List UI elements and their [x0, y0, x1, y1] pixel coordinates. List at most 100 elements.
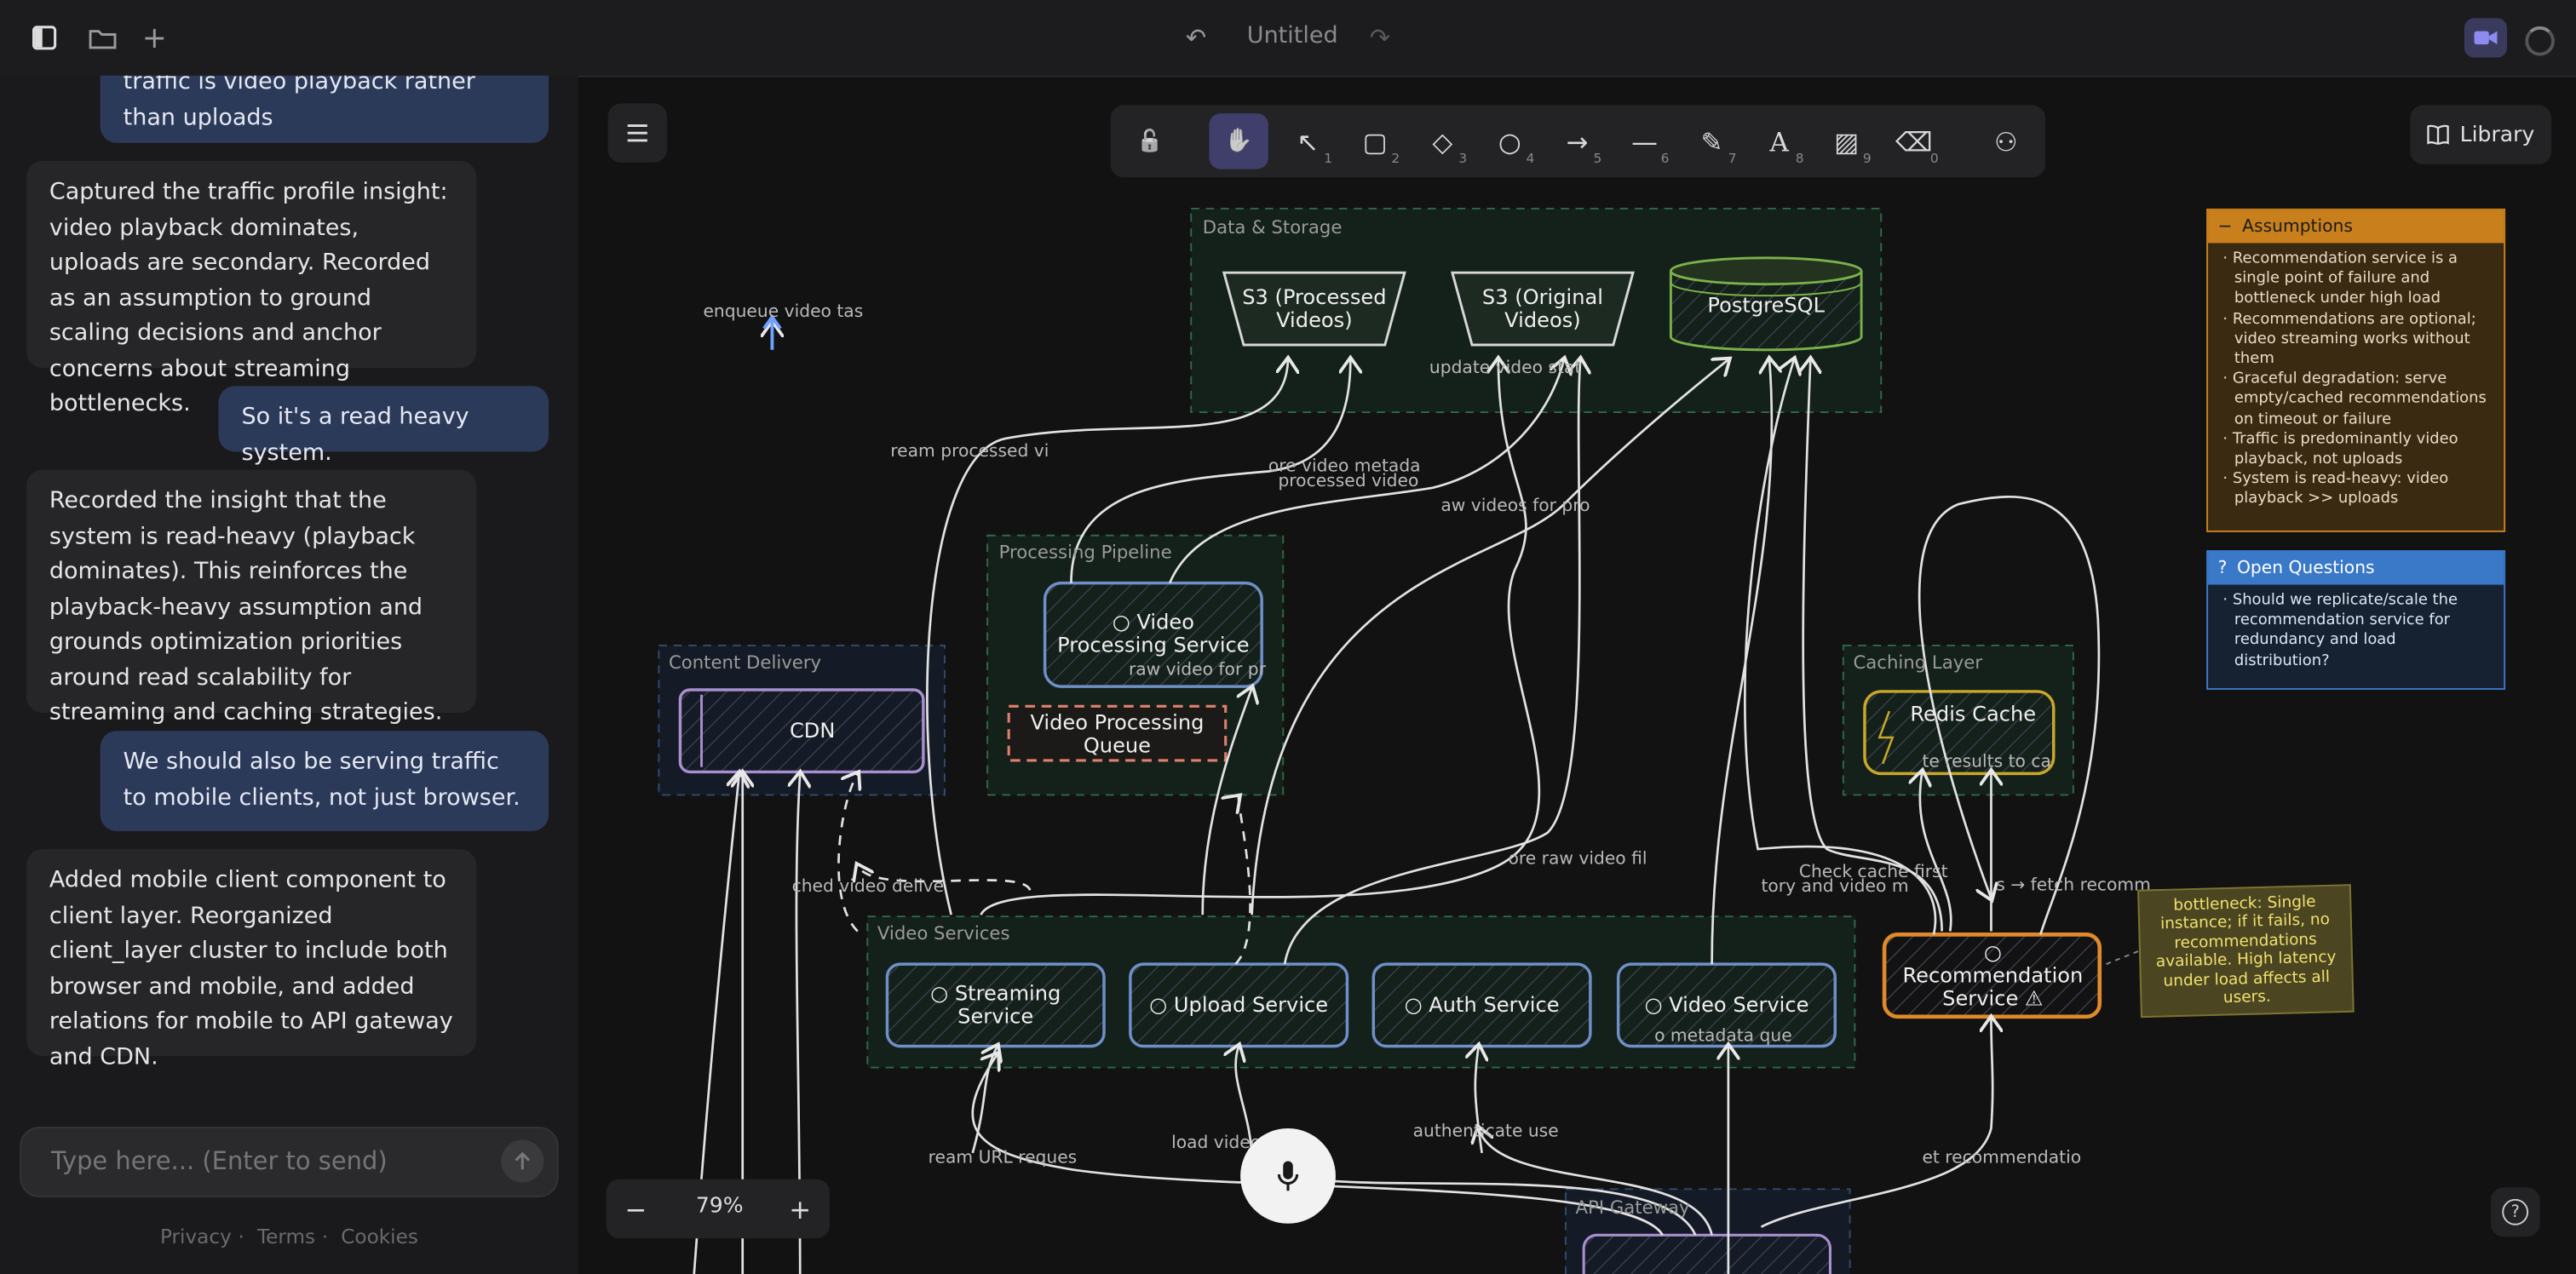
- assumptions-list: · Recommendation service is a single poi…: [2208, 243, 2504, 516]
- drawing-toolbar: 🔓 ✋ ↖ 1 ▢ 2 ◇ 3 ○ 4 → 5 —6 ✎ 7 A8 ▨ 9 ⌫ 0 ⚇: [1110, 105, 2046, 178]
- cluster-label-video-services: Video Services: [877, 922, 1010, 944]
- assumption-item: · Recommendation service is a single poi…: [2222, 250, 2458, 308]
- node-redis-cache[interactable]: Redis Cache: [1893, 695, 2054, 734]
- cluster-label-api-gateway: API Gateway: [1575, 1197, 1690, 1219]
- user-message: So it's a read heavy system.: [218, 386, 549, 466]
- edge-label-store-raw: ore raw video fil: [1508, 849, 1647, 869]
- open-questions-title: Open Questions: [2236, 558, 2375, 578]
- tool-image[interactable]: ▨ 9: [1817, 113, 1876, 169]
- top-bar: + ↶ Untitled ↷: [0, 0, 2576, 77]
- redo-icon[interactable]: ↷: [1362, 20, 1398, 55]
- whiteboard-canvas[interactable]: Data & Storage Processing Pipeline Conte…: [578, 77, 2576, 1274]
- node-s3-processed[interactable]: S3 (Processed Videos): [1232, 278, 1396, 340]
- diamond-icon: ◇: [1432, 125, 1453, 158]
- library-label: Library: [2459, 122, 2535, 147]
- cluster-label-caching: Caching Layer: [1853, 651, 1983, 674]
- tool-rectangle[interactable]: ▢ 2: [1346, 113, 1405, 169]
- send-button[interactable]: [501, 1139, 544, 1183]
- message-input[interactable]: [47, 1145, 482, 1178]
- zoom-level[interactable]: 79%: [681, 1194, 757, 1219]
- api-gateway-shape: [1582, 1233, 1831, 1274]
- tool-text[interactable]: A8: [1750, 113, 1808, 169]
- open-questions-panel[interactable]: ? Open Questions · Should we replicate/s…: [2206, 550, 2506, 691]
- tool-diamond[interactable]: ◇ 3: [1413, 113, 1472, 169]
- zoom-in-button[interactable]: +: [780, 1189, 819, 1228]
- pencil-icon: ✎: [1700, 125, 1723, 158]
- library-button[interactable]: Library: [2410, 105, 2552, 164]
- document-title[interactable]: Untitled: [1247, 23, 1338, 49]
- node-s3-original[interactable]: S3 (Original Videos): [1461, 278, 1625, 340]
- assumption-item: · Recommendations are optional; video st…: [2222, 309, 2476, 369]
- edge-label-authenticate: authenticate use: [1412, 1122, 1559, 1142]
- tool-hand[interactable]: ✋: [1209, 113, 1268, 169]
- edge-label-cached-video: ched video delive: [791, 876, 945, 898]
- cluster-label-data-storage: Data & Storage: [1202, 216, 1343, 238]
- book-icon: [2427, 124, 2450, 145]
- user-message: traffic is video playback rather than up…: [100, 75, 549, 143]
- cookies-link[interactable]: Cookies: [341, 1225, 418, 1248]
- collapse-icon[interactable]: −: [2218, 216, 2233, 237]
- tool-arrow[interactable]: → 5: [1548, 113, 1607, 169]
- assistant-message: Captured the traffic profile insight: vi…: [26, 161, 477, 417]
- open-question-item: · Should we replicate/scale the recommen…: [2222, 591, 2458, 670]
- eraser-icon: ⌫: [1895, 125, 1933, 158]
- edge-label-metadata-query: o metadata que: [1654, 1026, 1792, 1047]
- sidebar-icon[interactable]: [26, 20, 62, 55]
- tool-more-shapes[interactable]: ⚇: [1976, 113, 2035, 169]
- edge-label-enqueue: enqueue video tas: [703, 301, 864, 323]
- video-camera-icon[interactable]: [2464, 18, 2508, 58]
- hand-icon: ✋: [1224, 128, 1253, 155]
- edge-label-fetch-recom: s → fetch recomm: [1996, 875, 2151, 896]
- question-icon: ?: [2217, 558, 2228, 578]
- zoom-controls: − 79% +: [606, 1179, 830, 1239]
- loading-spinner-icon: [2525, 26, 2555, 56]
- node-recommendation-service[interactable]: ○ Recommendation Service ⚠: [1893, 939, 2093, 1012]
- edge-label-history: tory and video m: [1761, 876, 1909, 898]
- open-questions-list: · Should we replicate/scale the recommen…: [2208, 585, 2504, 679]
- tool-draw[interactable]: ✎ 7: [1682, 113, 1741, 169]
- edge-label-stream-processed: ream processed vi: [890, 441, 1049, 462]
- node-auth-service[interactable]: ○ Auth Service: [1380, 969, 1584, 1042]
- assumption-item: · System is read-heavy: video playback >…: [2222, 470, 2449, 508]
- tool-select[interactable]: ↖ 1: [1278, 113, 1337, 169]
- privacy-link[interactable]: Privacy: [160, 1225, 232, 1248]
- edge-label-get-recommendations: et recommendatio: [1922, 1148, 2082, 1168]
- zoom-out-button[interactable]: −: [616, 1189, 655, 1228]
- bottleneck-note[interactable]: bottleneck: Single instance; if it fails…: [2137, 884, 2355, 1019]
- assistant-message: Recorded the insight that the system is …: [26, 469, 477, 726]
- microphone-button[interactable]: [1240, 1128, 1336, 1224]
- help-button[interactable]: ?: [2490, 1187, 2540, 1237]
- assumptions-panel[interactable]: − Assumptions · Recommendation service i…: [2206, 208, 2506, 532]
- assumptions-title: Assumptions: [2242, 216, 2353, 237]
- tool-line[interactable]: —6: [1615, 113, 1674, 169]
- assumptions-header[interactable]: − Assumptions: [2208, 209, 2504, 244]
- node-upload-service[interactable]: ○ Upload Service: [1137, 969, 1341, 1042]
- undo-icon[interactable]: ↶: [1178, 20, 1214, 55]
- chat-panel: traffic is video playback rather than up…: [0, 75, 580, 1274]
- assumption-item: · Graceful degradation: serve empty/cach…: [2222, 370, 2487, 428]
- edge-label-raw-video-for-pr: raw video for pr: [1128, 660, 1266, 680]
- pointer-icon: ↖: [1297, 125, 1320, 158]
- assistant-message: Added mobile client component to client …: [26, 849, 477, 1070]
- node-cdn[interactable]: CDN: [702, 698, 923, 764]
- edge-label-stream-url: ream URL reques: [928, 1148, 1078, 1168]
- tool-eraser[interactable]: ⌫ 0: [1884, 113, 1943, 169]
- plus-icon[interactable]: +: [136, 20, 172, 55]
- hamburger-icon: [627, 124, 647, 142]
- ellipse-icon: ○: [1498, 125, 1521, 158]
- main-menu-button[interactable]: [607, 103, 668, 163]
- terms-link[interactable]: Terms: [257, 1225, 315, 1248]
- tool-ellipse[interactable]: ○ 4: [1481, 113, 1539, 169]
- folder-icon[interactable]: [83, 20, 119, 55]
- edge-label-processed-video: processed video: [1278, 471, 1419, 491]
- node-postgresql[interactable]: PostgreSQL: [1670, 288, 1861, 324]
- help-icon: ?: [2502, 1198, 2529, 1225]
- tool-lock[interactable]: 🔓: [1120, 113, 1179, 169]
- image-icon: ▨: [1834, 125, 1860, 158]
- rectangle-icon: ▢: [1362, 125, 1388, 158]
- open-questions-header[interactable]: ? Open Questions: [2208, 552, 2504, 585]
- node-processing-queue[interactable]: Video Processing Queue: [1012, 708, 1222, 759]
- microphone-icon: [1277, 1161, 1299, 1191]
- footer-links: Privacy · Terms · Cookies: [159, 1225, 418, 1248]
- node-streaming-service[interactable]: ○ Streaming Service: [894, 969, 1097, 1042]
